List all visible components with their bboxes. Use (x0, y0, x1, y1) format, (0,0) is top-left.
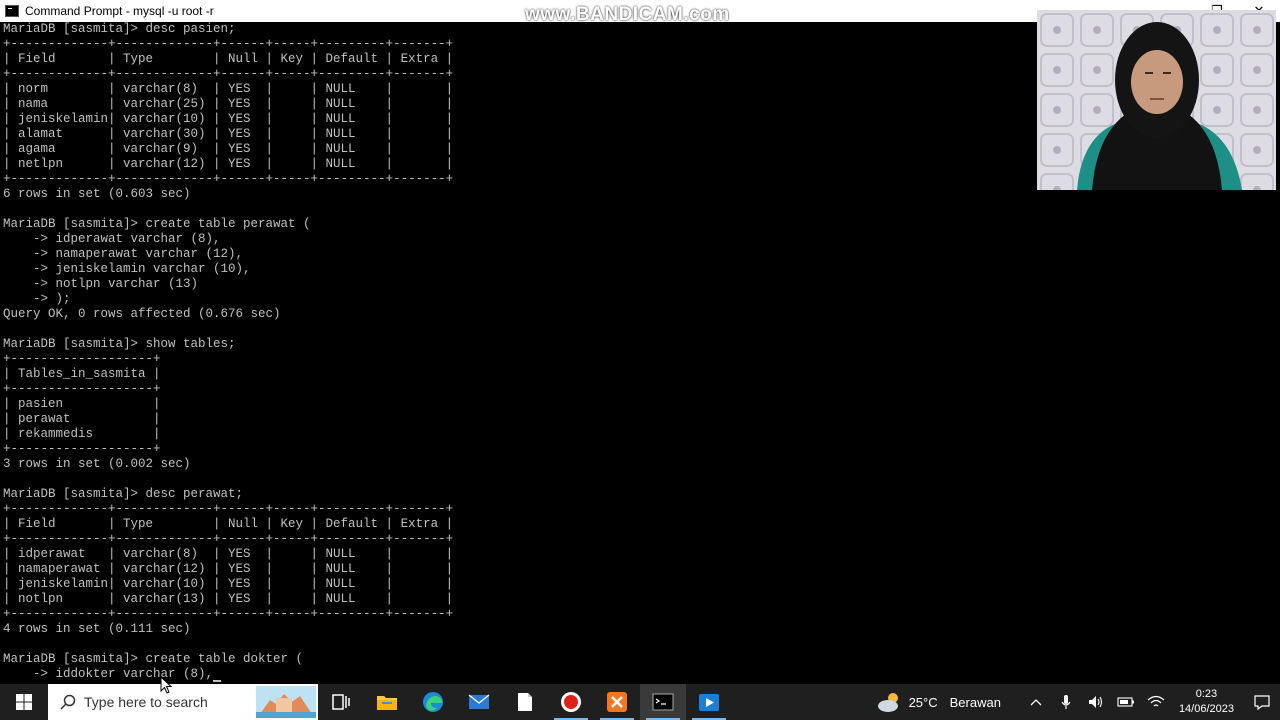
terminal-line: | pasien | (3, 397, 161, 411)
terminal-line: | netlpn | varchar(12) | YES | | NULL | … (3, 157, 454, 171)
terminal-line: -> idperawat varchar (8), (3, 232, 221, 246)
terminal-line: | nama | varchar(25) | YES | | NULL | | (3, 97, 454, 111)
taskbar-mail[interactable] (456, 684, 502, 720)
wifi-icon (1147, 695, 1165, 707)
command-prompt-icon (5, 5, 19, 17)
system-tray: 25°C Berawan 0:23 14/06/2023 (877, 684, 1280, 720)
webcam-image (1037, 10, 1276, 190)
webcam-overlay (1037, 10, 1276, 190)
terminal-cursor (213, 680, 222, 682)
notification-center-button[interactable] (1244, 684, 1280, 720)
terminal-line: 3 rows in set (0.002 sec) (3, 457, 191, 471)
terminal-line: MariaDB [sasmita]> desc pasien; (3, 22, 236, 36)
taskbar-clock[interactable]: 0:23 14/06/2023 (1179, 687, 1234, 717)
terminal-line: 4 rows in set (0.111 sec) (3, 622, 191, 636)
mail-icon (468, 694, 490, 709)
battery-icon (1117, 697, 1134, 707)
terminal-line: +-------------------+ (3, 382, 161, 396)
clock-date: 14/06/2023 (1178, 703, 1234, 715)
terminal-line: -> ); (3, 292, 71, 306)
terminal-line: | norm | varchar(8) | YES | | NULL | | (3, 82, 454, 96)
weather-temp: 25°C (908, 694, 938, 710)
terminal-line: +-------------+-------------+------+----… (3, 532, 454, 546)
search-highlight-icon (256, 686, 316, 718)
volume-button[interactable] (1081, 684, 1111, 720)
terminal-line: +-------------+-------------+------+----… (3, 67, 454, 81)
taskbar-file-explorer[interactable] (364, 684, 410, 720)
terminal-line: MariaDB [sasmita]> show tables; (3, 337, 236, 351)
show-hidden-icons-button[interactable] (1021, 684, 1051, 720)
task-view-button[interactable] (318, 684, 364, 720)
battery-button[interactable] (1111, 684, 1141, 720)
microphone-icon (1061, 695, 1071, 709)
record-icon (561, 692, 581, 712)
terminal-line: | jeniskelamin| varchar(10) | YES | | NU… (3, 577, 454, 591)
taskbar-media-player[interactable] (686, 684, 732, 720)
terminal-line: MariaDB [sasmita]> create table perawat … (3, 217, 311, 231)
taskbar-command-prompt[interactable] (640, 684, 686, 720)
terminal-line: | namaperawat | varchar(12) | YES | | NU… (3, 562, 454, 576)
microphone-button[interactable] (1051, 684, 1081, 720)
network-button[interactable] (1141, 684, 1171, 720)
terminal-line: MariaDB [sasmita]> create table dokter ( (3, 652, 304, 666)
document-icon (518, 693, 532, 711)
terminal-line: | perawat | (3, 412, 161, 426)
terminal-line: +-------------------+ (3, 442, 161, 456)
terminal-line: +-------------+-------------+------+----… (3, 172, 454, 186)
terminal-line: | alamat | varchar(30) | YES | | NULL | … (3, 127, 454, 141)
taskbar-notepad[interactable] (502, 684, 548, 720)
start-button[interactable] (0, 684, 48, 720)
terminal-line: | idperawat | varchar(8) | YES | | NULL … (3, 547, 454, 561)
tray-icons (1021, 684, 1171, 720)
xampp-icon (607, 692, 627, 712)
speaker-icon (1088, 696, 1102, 708)
taskbar-edge[interactable] (410, 684, 456, 720)
terminal-line: -> jeniskelamin varchar (10), (3, 262, 251, 276)
media-player-icon (699, 694, 719, 711)
search-placeholder: Type here to search (84, 694, 208, 710)
task-view-icon (332, 694, 350, 710)
folder-icon (377, 696, 397, 710)
terminal-line: -> iddokter varchar (8), (3, 667, 214, 681)
taskbar-xampp[interactable] (594, 684, 640, 720)
terminal-line: | Tables_in_sasmita | (3, 367, 161, 381)
terminal-line: -> namaperawat varchar (12), (3, 247, 244, 261)
window-title: Command Prompt - mysql -u root -r (25, 4, 214, 18)
clock-time: 0:23 (1195, 688, 1218, 700)
taskbar-search-box[interactable]: Type here to search (48, 684, 318, 720)
terminal-line: -> notlpn varchar (13) (3, 277, 199, 291)
terminal-line: | agama | varchar(9) | YES | | NULL | | (3, 142, 454, 156)
terminal-line: | jeniskelamin| varchar(10) | YES | | NU… (3, 112, 454, 126)
terminal-line: +-------------+-------------+------+----… (3, 37, 454, 51)
taskbar: Type here to search 25°C Berawan 0:23 14… (0, 684, 1280, 720)
mouse-cursor-icon (160, 676, 172, 694)
notification-icon (1254, 695, 1270, 710)
terminal-line: +-------------------+ (3, 352, 161, 366)
cloud-sun-icon (877, 693, 898, 712)
terminal-line: | notlpn | varchar(13) | YES | | NULL | … (3, 592, 454, 606)
edge-browser-icon (423, 692, 443, 712)
chevron-up-icon (1030, 699, 1042, 706)
terminal-icon (652, 693, 674, 711)
terminal-line: | Field | Type | Null | Key | Default | … (3, 52, 454, 66)
terminal-line: MariaDB [sasmita]> desc perawat; (3, 487, 244, 501)
terminal-line: 6 rows in set (0.603 sec) (3, 187, 191, 201)
weather-widget[interactable]: 25°C Berawan (877, 691, 1001, 713)
terminal-line: +-------------+-------------+------+----… (3, 607, 454, 621)
terminal-line: Query OK, 0 rows affected (0.676 sec) (3, 307, 281, 321)
taskbar-recorder[interactable] (548, 684, 594, 720)
search-icon (60, 694, 76, 710)
terminal-line: +-------------+-------------+------+----… (3, 502, 454, 516)
terminal-line: | Field | Type | Null | Key | Default | … (3, 517, 454, 531)
weather-condition: Berawan (949, 694, 1001, 710)
windows-logo-icon (16, 694, 32, 710)
terminal-line: | rekammedis | (3, 427, 161, 441)
